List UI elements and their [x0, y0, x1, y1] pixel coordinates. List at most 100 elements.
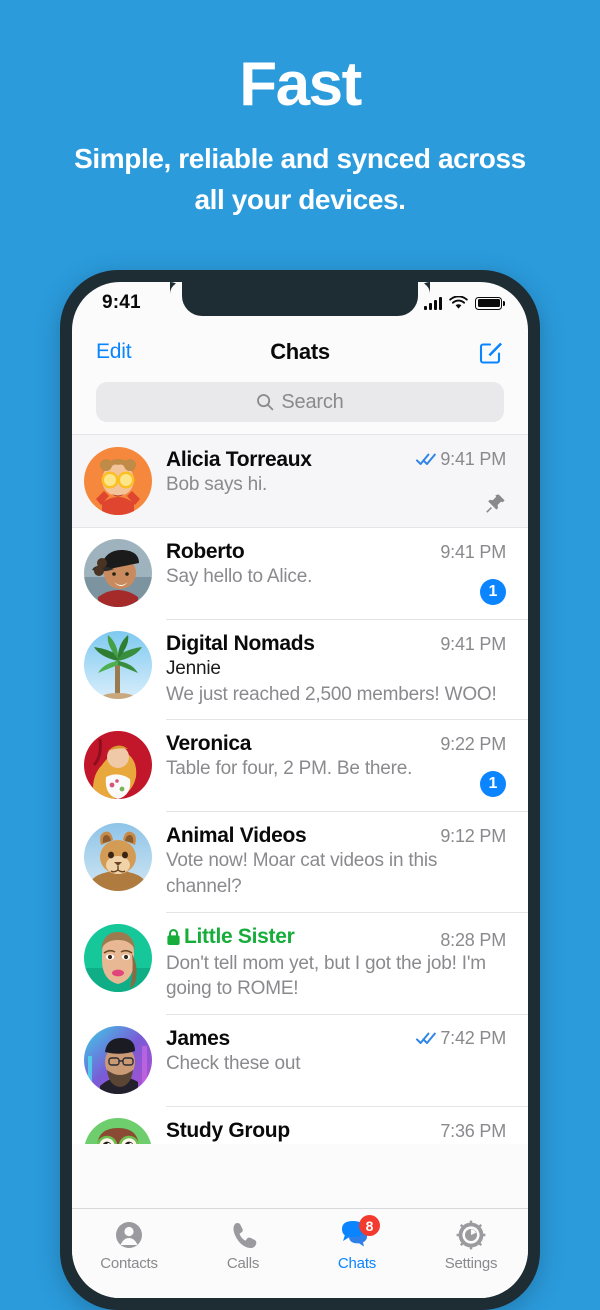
chat-row-header: Alicia Torreaux 9:41 PM — [166, 448, 506, 472]
chat-row-header: Little Sister 8:28 PM — [166, 925, 506, 951]
chat-timestamp: 9:41 PM — [440, 449, 506, 469]
chat-name-text: Digital Nomads — [166, 632, 315, 655]
search-input[interactable]: Search — [96, 382, 504, 422]
lock-icon — [167, 928, 180, 945]
pin-icon — [486, 494, 505, 513]
chat-row[interactable]: Digital Nomads 9:41 PM Jennie We just reach… — [72, 619, 528, 720]
chat-timestamp: 9:41 PM — [440, 634, 506, 654]
phone-screen: 9:41 Edit Chats Search Alicia Torreaux 9… — [72, 282, 528, 1298]
chat-name: Digital Nomads — [166, 632, 315, 656]
chat-name-text: Alicia Torreaux — [166, 448, 312, 471]
search-container: Search — [72, 378, 528, 434]
chat-meta: 7:42 PM — [416, 1028, 506, 1049]
avatar-study-group — [84, 1117, 152, 1144]
phone-notch — [170, 282, 430, 316]
status-icons — [423, 296, 505, 310]
avatar-roberto — [84, 539, 152, 607]
chat-preview-text: Check these out — [166, 1052, 301, 1074]
chat-meta: 9:41 PM — [416, 449, 506, 470]
page-title: Chats — [270, 339, 330, 364]
tab-badge: 8 — [359, 1215, 380, 1236]
chat-body: Roberto 9:41 PM Say hello to Alice. — [166, 539, 506, 607]
chat-preview-text: Table for four, 2 PM. Be there. — [166, 758, 413, 780]
avatar-animal-videos — [84, 823, 152, 892]
promo-subtitle: Simple, reliable and synced across all y… — [74, 143, 526, 215]
chat-name-text: Study Group — [166, 1118, 290, 1142]
tab-settings[interactable]: Settings — [414, 1219, 528, 1272]
chat-meta: 7:36 PM — [440, 1121, 506, 1142]
wifi-icon — [449, 296, 468, 309]
chat-sender-name: Jennie — [166, 658, 221, 679]
chat-row-header: James 7:42 PM — [166, 1027, 506, 1051]
unread-badge-wrap: 1 — [480, 579, 506, 605]
chat-row-header: Digital Nomads 9:41 PM — [166, 632, 506, 656]
chat-row-header: Study Group 7:36 PM — [166, 1119, 506, 1143]
promo-header: Fast Simple, reliable and synced across … — [0, 0, 600, 220]
chat-timestamp: 9:41 PM — [440, 542, 506, 562]
status-time: 9:41 — [102, 292, 141, 313]
chat-row[interactable]: Alicia Torreaux 9:41 PM Bob says hi. — [72, 435, 528, 527]
chat-timestamp: 9:12 PM — [440, 826, 506, 847]
chat-row-header: Roberto 9:41 PM — [166, 540, 506, 564]
tab-contacts[interactable]: Contacts — [72, 1219, 186, 1272]
read-receipt-icon — [416, 1032, 437, 1044]
tab-chats[interactable]: 8 Chats — [300, 1215, 414, 1272]
chat-row[interactable]: James 7:42 PM Check these out — [72, 1013, 528, 1106]
chat-preview-text: We just reached 2,500 members! WOO! — [166, 683, 497, 705]
chat-name: Roberto — [166, 540, 245, 564]
gear-icon — [454, 1219, 488, 1251]
chat-meta: 9:22 PM — [440, 734, 506, 755]
chat-row[interactable]: Study Group7:36 PMEmmaTest — [72, 1105, 528, 1144]
phone-frame: 9:41 Edit Chats Search Alicia Torreaux 9… — [60, 270, 540, 1310]
chat-preview-text: Say hello to Alice. — [166, 566, 313, 587]
chat-body: Study Group7:36 PMEmmaTest — [166, 1118, 506, 1144]
chat-body: Animal Videos 9:12 PM Vote now! Moar cat v… — [166, 823, 506, 899]
chat-timestamp: 9:22 PM — [440, 734, 506, 755]
battery-full-icon — [475, 296, 505, 310]
tab-label: Settings — [444, 1255, 498, 1272]
read-receipt-icon — [416, 453, 437, 465]
tab-bar: Contacts Calls 8 Chats Settings — [72, 1208, 528, 1298]
chat-name: Veronica — [166, 732, 251, 756]
chat-name-text: James — [166, 1026, 230, 1050]
chat-row[interactable]: Little Sister 8:28 PM Don't tell mom yet, … — [72, 911, 528, 1014]
chat-body: Little Sister 8:28 PM Don't tell mom yet, … — [166, 924, 506, 1002]
chat-meta: 8:28 PM — [440, 930, 506, 951]
unread-badge: 1 — [480, 579, 506, 605]
chat-timestamp: 8:28 PM — [440, 929, 506, 950]
chat-body: Digital Nomads 9:41 PM Jennie We just reach… — [166, 631, 506, 707]
phone-mockup: 9:41 Edit Chats Search Alicia Torreaux 9… — [60, 270, 540, 1310]
chat-name: James — [166, 1027, 230, 1051]
chat-row[interactable]: Animal Videos 9:12 PM Vote now! Moar cat v… — [72, 811, 528, 912]
tab-calls[interactable]: Calls — [186, 1219, 300, 1272]
chat-preview-text: Bob says hi. — [166, 474, 268, 495]
cellular-signal-icon — [423, 296, 442, 310]
chat-name: Alicia Torreaux — [166, 448, 312, 472]
edit-button[interactable]: Edit — [96, 340, 132, 364]
chat-name-text: Veronica — [166, 732, 252, 756]
avatar-little-sister — [84, 923, 152, 992]
avatar-alicia — [84, 447, 152, 515]
chat-timestamp: 7:36 PM — [440, 1120, 506, 1141]
phone-icon — [226, 1219, 260, 1251]
chat-name-text: Animal Videos — [166, 824, 307, 848]
chat-row[interactable]: Veronica 9:22 PM Table for four, 2 PM. Be … — [72, 719, 528, 812]
unread-badge: 1 — [480, 771, 506, 798]
search-placeholder: Search — [281, 390, 344, 413]
chat-row-header: Animal Videos 9:12 PM — [166, 824, 506, 848]
chat-preview-text: Vote now! Moar cat videos in this channe… — [166, 850, 438, 897]
tab-label: Contacts — [100, 1255, 158, 1272]
chat-preview-text: Don't tell mom yet, but I got the job! I… — [166, 952, 486, 1000]
tab-label: Calls — [226, 1255, 260, 1272]
chat-name-text: Roberto — [166, 540, 245, 563]
chat-meta: 9:41 PM — [440, 542, 506, 563]
chat-timestamp: 7:42 PM — [440, 1027, 506, 1048]
chat-row[interactable]: Roberto 9:41 PM Say hello to Alice. 1 — [72, 527, 528, 619]
search-icon — [257, 394, 274, 411]
chat-list[interactable]: Alicia Torreaux 9:41 PM Bob says hi. Rober… — [72, 434, 528, 1144]
chat-row-header: Veronica 9:22 PM — [166, 732, 506, 756]
compose-icon[interactable] — [478, 339, 504, 365]
unread-badge-wrap: 1 — [480, 771, 506, 798]
chat-body: Alicia Torreaux 9:41 PM Bob says hi. — [166, 447, 506, 515]
chat-sender-name: Emma — [166, 1143, 506, 1144]
